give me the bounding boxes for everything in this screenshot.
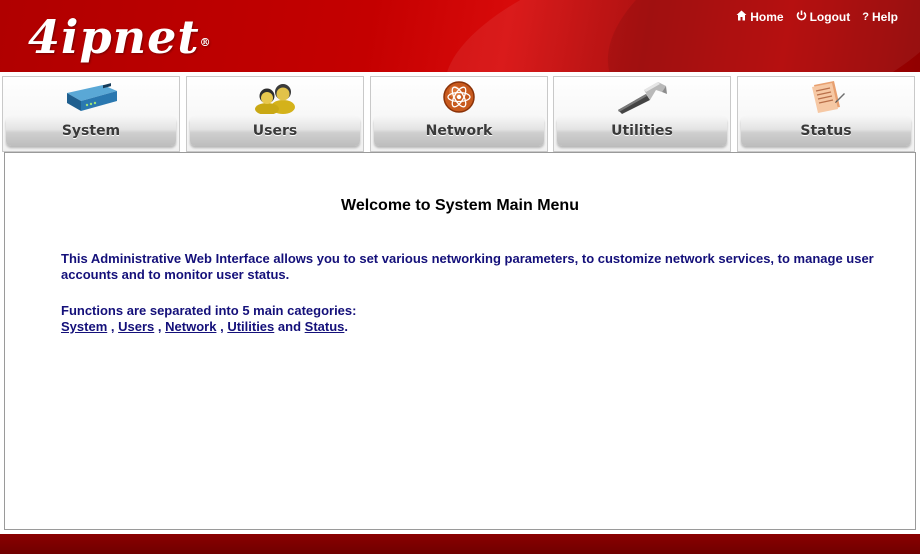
sentence-end: . — [344, 319, 349, 334]
tab-system-button[interactable]: System — [6, 116, 176, 146]
brand-logo: 4ipnet® — [28, 8, 212, 66]
footer-bar — [0, 534, 920, 554]
main-content-panel: Welcome to System Main Menu This Adminis… — [4, 152, 916, 530]
hammer-icon — [618, 82, 667, 114]
registered-mark: ® — [199, 36, 212, 49]
logout-power-icon — [796, 10, 807, 24]
network-link[interactable]: Network — [165, 319, 216, 334]
tab-utilities-label: Utilities — [611, 123, 673, 139]
tab-network-button[interactable]: Network — [374, 116, 544, 146]
tab-utilities[interactable]: Utilities — [553, 76, 731, 152]
router-device-icon — [67, 83, 117, 111]
main-menu-tabs: System Users Network Utilities Status — [2, 76, 918, 154]
tab-users-label: Users — [252, 123, 298, 139]
tab-status[interactable]: Status — [737, 76, 915, 152]
status-document-icon — [812, 81, 845, 113]
tab-network-label: Network — [425, 123, 493, 139]
description-text: This Administrative Web Interface allows… — [61, 251, 874, 282]
home-link-label: Home — [750, 10, 784, 24]
tab-users-button[interactable]: Users — [190, 116, 360, 146]
users-group-icon — [255, 84, 295, 114]
header-banner: 4ipnet® Home Logout ? Help — [0, 0, 920, 72]
help-link-label: Help — [871, 10, 898, 24]
tab-utilities-button[interactable]: Utilities — [557, 116, 727, 146]
home-icon — [736, 10, 747, 24]
tab-users[interactable]: Users — [186, 76, 364, 152]
tab-network[interactable]: Network — [370, 76, 548, 152]
network-globe-icon — [443, 81, 475, 113]
question-mark-icon: ? — [862, 11, 869, 23]
page-title: Welcome to System Main Menu — [341, 197, 579, 214]
help-link[interactable]: ? Help — [862, 10, 898, 24]
and-word: and — [277, 319, 302, 334]
tab-status-button[interactable]: Status — [741, 116, 911, 146]
tab-system-label: System — [61, 123, 121, 139]
top-links: Home Logout ? Help — [736, 10, 898, 24]
users-link[interactable]: Users — [118, 319, 154, 334]
status-link[interactable]: Status — [305, 319, 345, 334]
home-link[interactable]: Home — [736, 10, 784, 24]
separator: , — [157, 319, 162, 334]
tab-status-label: Status — [800, 123, 852, 139]
logout-link[interactable]: Logout — [796, 10, 851, 24]
functions-section: Functions are separated into 5 main cate… — [61, 303, 881, 335]
utilities-link[interactable]: Utilities — [227, 319, 274, 334]
separator: , — [110, 319, 115, 334]
tab-system[interactable]: System — [2, 76, 180, 152]
system-link[interactable]: System — [61, 319, 107, 334]
functions-intro: Functions are separated into 5 main cate… — [61, 303, 357, 318]
separator: , — [220, 319, 224, 334]
logout-link-label: Logout — [809, 10, 851, 24]
logo-text: 4ipnet — [28, 10, 200, 64]
category-links: System , Users , Network , Utilities and… — [61, 319, 881, 335]
